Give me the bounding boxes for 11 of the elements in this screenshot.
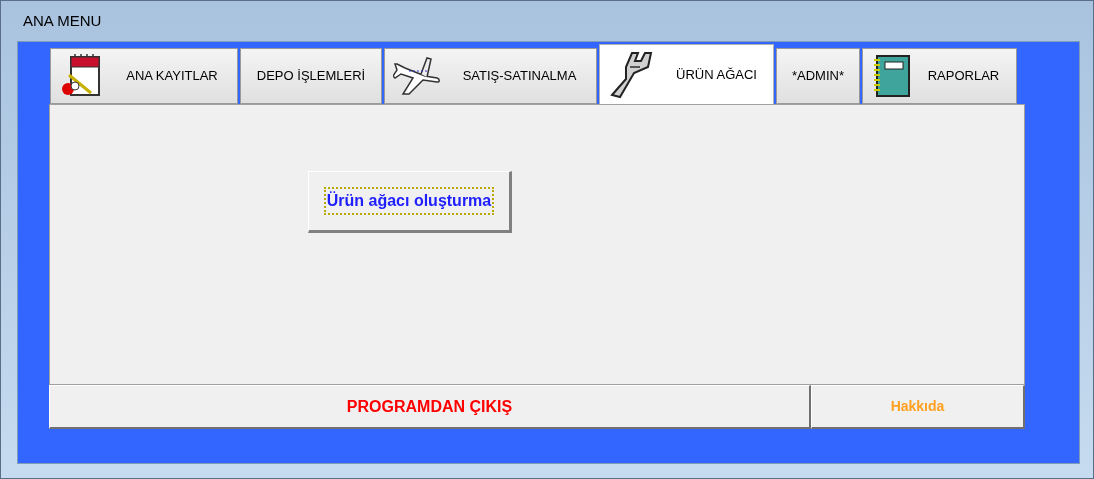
create-tree-button[interactable]: Ürün ağacı oluşturma — [308, 171, 512, 233]
tab[interactable]: SATIŞ-SATINALMA — [384, 48, 597, 104]
airplane-icon — [393, 54, 443, 98]
window-title: ANA MENU — [23, 10, 102, 31]
notebook-icon — [871, 54, 911, 98]
tab[interactable]: *ADMIN* — [776, 48, 860, 104]
tab[interactable]: DEPO İŞLEMLERİ — [240, 48, 382, 104]
tab[interactable]: RAPORLAR — [862, 48, 1017, 104]
tab[interactable]: ÜRÜN AĞACI — [599, 44, 774, 104]
exit-button[interactable]: PROGRAMDAN ÇIKIŞ — [49, 385, 811, 429]
tab[interactable]: ANA KAYITLAR — [50, 48, 238, 104]
